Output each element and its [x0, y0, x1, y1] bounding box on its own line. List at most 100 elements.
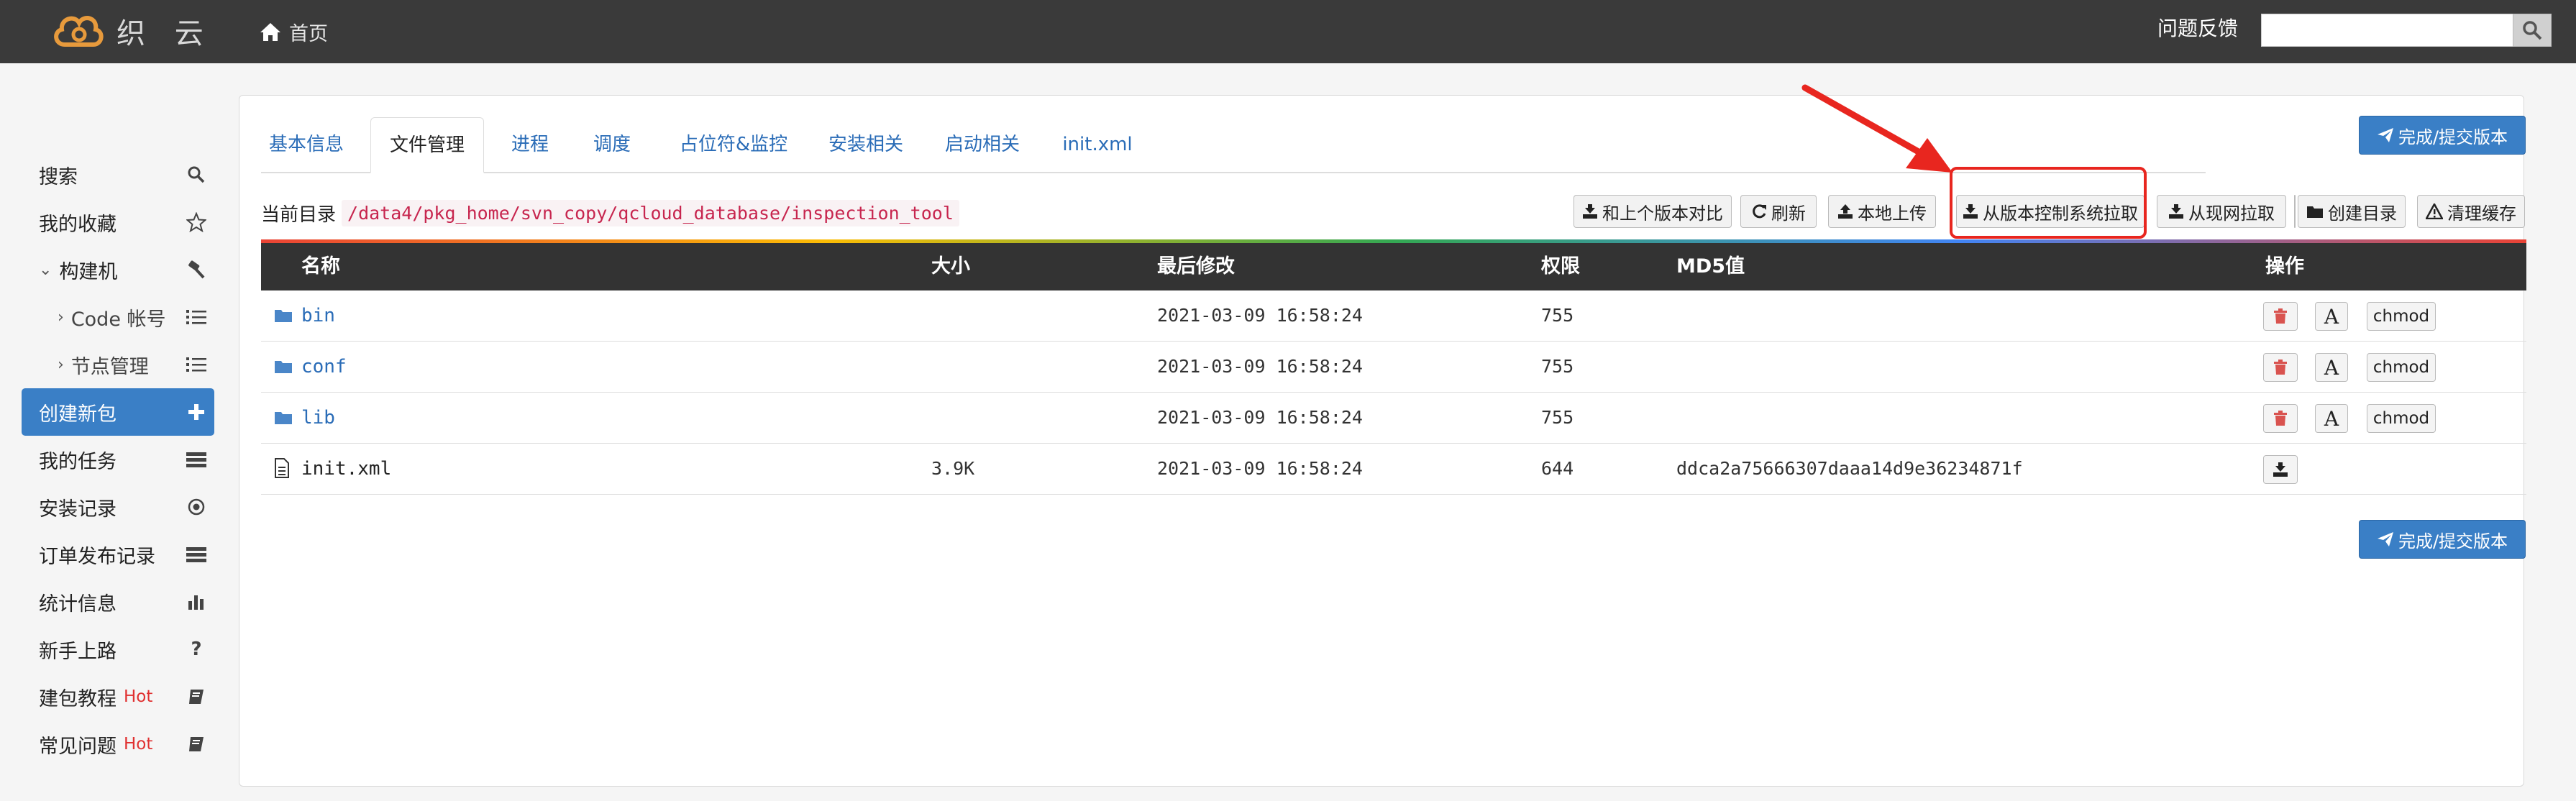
sidebar-item-build-machine[interactable]: ⌄ 构建机: [22, 246, 214, 293]
spacer: [2294, 195, 2296, 228]
file-permission: 755: [1541, 356, 1574, 377]
sidebar-item-label: 常见问题: [39, 735, 117, 758]
warning-icon: [2426, 203, 2443, 219]
sidebar-item-install-records[interactable]: 安装记录: [22, 483, 214, 531]
file-modified: 2021-03-09 16:58:24: [1157, 305, 1363, 326]
question-icon: ?: [191, 638, 202, 660]
tab-process[interactable]: 进程: [501, 117, 559, 172]
sidebar-item-label: 搜索: [39, 165, 78, 188]
folder-icon: [275, 310, 292, 322]
feedback-link[interactable]: 问题反馈: [2157, 13, 2238, 45]
folder-icon: [275, 361, 292, 373]
sidebar-item-statistics[interactable]: 统计信息: [22, 578, 214, 626]
sidebar-item-create-package[interactable]: 创建新包: [22, 388, 214, 436]
list-icon: [186, 354, 207, 375]
table-row: init.xml 3.9K 2021-03-09 16:58:24 644 dd…: [261, 444, 2526, 495]
file-name-link[interactable]: init.xml: [301, 444, 391, 494]
file-name-link[interactable]: conf: [301, 342, 347, 392]
font-button[interactable]: A: [2315, 404, 2348, 433]
refresh-button[interactable]: 刷新: [1740, 195, 1817, 228]
home-link[interactable]: 首页: [259, 16, 328, 47]
top-search-button[interactable]: [2513, 14, 2552, 47]
file-name-link[interactable]: bin: [301, 290, 335, 341]
chmod-button[interactable]: chmod: [2367, 353, 2436, 382]
delete-button[interactable]: [2263, 353, 2298, 382]
create-directory-button[interactable]: 创建目录: [2298, 195, 2406, 228]
table-row: conf 2021-03-09 16:58:24 755 A chmod: [261, 342, 2526, 393]
file-name-link[interactable]: lib: [301, 393, 335, 443]
font-button[interactable]: A: [2315, 353, 2348, 382]
chevron-right-icon: ›: [58, 308, 64, 326]
sidebar-item-label: 构建机: [59, 260, 118, 283]
tab-file-management[interactable]: 文件管理: [370, 117, 484, 173]
delete-button[interactable]: [2263, 404, 2298, 433]
tab-init-xml[interactable]: init.xml: [1058, 117, 1137, 172]
download-tray-icon: [2273, 462, 2288, 477]
chmod-button[interactable]: chmod: [2367, 302, 2436, 331]
sidebar-item-faq[interactable]: 常见问题 Hot: [22, 720, 214, 768]
local-upload-button[interactable]: 本地上传: [1828, 195, 1936, 228]
home-icon: [260, 23, 280, 41]
list-icon: [186, 306, 207, 328]
table-row: bin 2021-03-09 16:58:24 755 A chmod: [261, 290, 2526, 342]
file-modified: 2021-03-09 16:58:24: [1157, 407, 1363, 428]
file-permission: 755: [1541, 305, 1574, 326]
brand-logo[interactable]: 织 云: [50, 6, 214, 56]
top-search-input[interactable]: [2261, 14, 2552, 47]
sidebar-item-label: 我的收藏: [39, 213, 117, 236]
tab-placeholders-monitoring[interactable]: 占位符&监控: [665, 117, 802, 172]
tasks-icon: [186, 449, 207, 470]
trash-icon: [2274, 360, 2287, 375]
download-tray-icon: [1583, 204, 1597, 219]
top-navbar: 织 云 首页 问题反馈: [0, 0, 2576, 63]
tab-install[interactable]: 安装相关: [819, 117, 913, 172]
sidebar-item-order-release-records[interactable]: 订单发布记录: [22, 531, 214, 578]
compare-previous-version-button[interactable]: 和上个版本对比: [1574, 195, 1732, 228]
book-icon: [186, 686, 207, 708]
sidebar-item-label: 新手上路: [39, 640, 117, 663]
brand-name: 织 云: [117, 17, 214, 50]
plus-icon: [186, 401, 207, 423]
send-icon: [2377, 128, 2393, 142]
sidebar-item-getting-started[interactable]: 新手上路 ?: [22, 626, 214, 673]
home-label: 首页: [289, 22, 328, 45]
sidebar-item-code-account[interactable]: › Code 帐号: [22, 293, 214, 341]
font-button[interactable]: A: [2315, 302, 2348, 331]
download-button[interactable]: [2263, 455, 2298, 484]
pull-from-live-button[interactable]: 从现网拉取: [2157, 195, 2286, 228]
sidebar-item-label: 创建新包: [39, 403, 117, 426]
sidebar-item-label: 安装记录: [39, 498, 117, 521]
hammer-icon: [186, 259, 207, 280]
trash-icon: [2274, 308, 2287, 324]
chmod-button[interactable]: chmod: [2367, 404, 2436, 433]
submit-version-button-top[interactable]: 完成/提交版本: [2359, 116, 2526, 155]
sidebar-item-search[interactable]: 搜索: [22, 151, 214, 198]
sidebar-item-build-tutorial[interactable]: 建包教程 Hot: [22, 673, 214, 720]
submit-label: 完成/提交版本: [2398, 531, 2508, 551]
column-permission: 权限: [1541, 255, 1580, 278]
sidebar-item-my-tasks[interactable]: 我的任务: [22, 436, 214, 483]
tasks-icon: [186, 544, 207, 565]
mkdir-label: 创建目录: [2328, 203, 2397, 224]
tab-basic-info[interactable]: 基本信息: [261, 117, 352, 172]
tab-startup[interactable]: 启动相关: [936, 117, 1029, 172]
hot-badge: Hot: [124, 687, 153, 706]
delete-button[interactable]: [2263, 302, 2298, 331]
cloud-logo-icon: [54, 16, 104, 47]
chevron-right-icon: ›: [58, 355, 64, 374]
sidebar-item-favorites[interactable]: 我的收藏: [22, 198, 214, 246]
clear-cache-button[interactable]: 清理缓存: [2417, 195, 2525, 228]
clear-cache-label: 清理缓存: [2447, 203, 2516, 224]
sidebar-item-node-management[interactable]: › 节点管理: [22, 341, 214, 388]
table-row: lib 2021-03-09 16:58:24 755 A chmod: [261, 393, 2526, 444]
current-directory-label: 当前目录: [261, 203, 337, 226]
download-tray-icon: [2169, 204, 2183, 219]
submit-version-button-bottom[interactable]: 完成/提交版本: [2359, 520, 2526, 559]
file-permission: 755: [1541, 407, 1574, 428]
bar-chart-icon: [186, 591, 207, 613]
tab-schedule[interactable]: 调度: [583, 117, 641, 172]
file-table: 名称 大小 最后修改 权限 MD5值 操作 bin 2021-03-09 16:…: [261, 239, 2526, 495]
file-modified: 2021-03-09 16:58:24: [1157, 458, 1363, 479]
annotation-highlight-box: [1950, 167, 2147, 239]
sidebar-item-label: 建包教程: [39, 687, 117, 710]
